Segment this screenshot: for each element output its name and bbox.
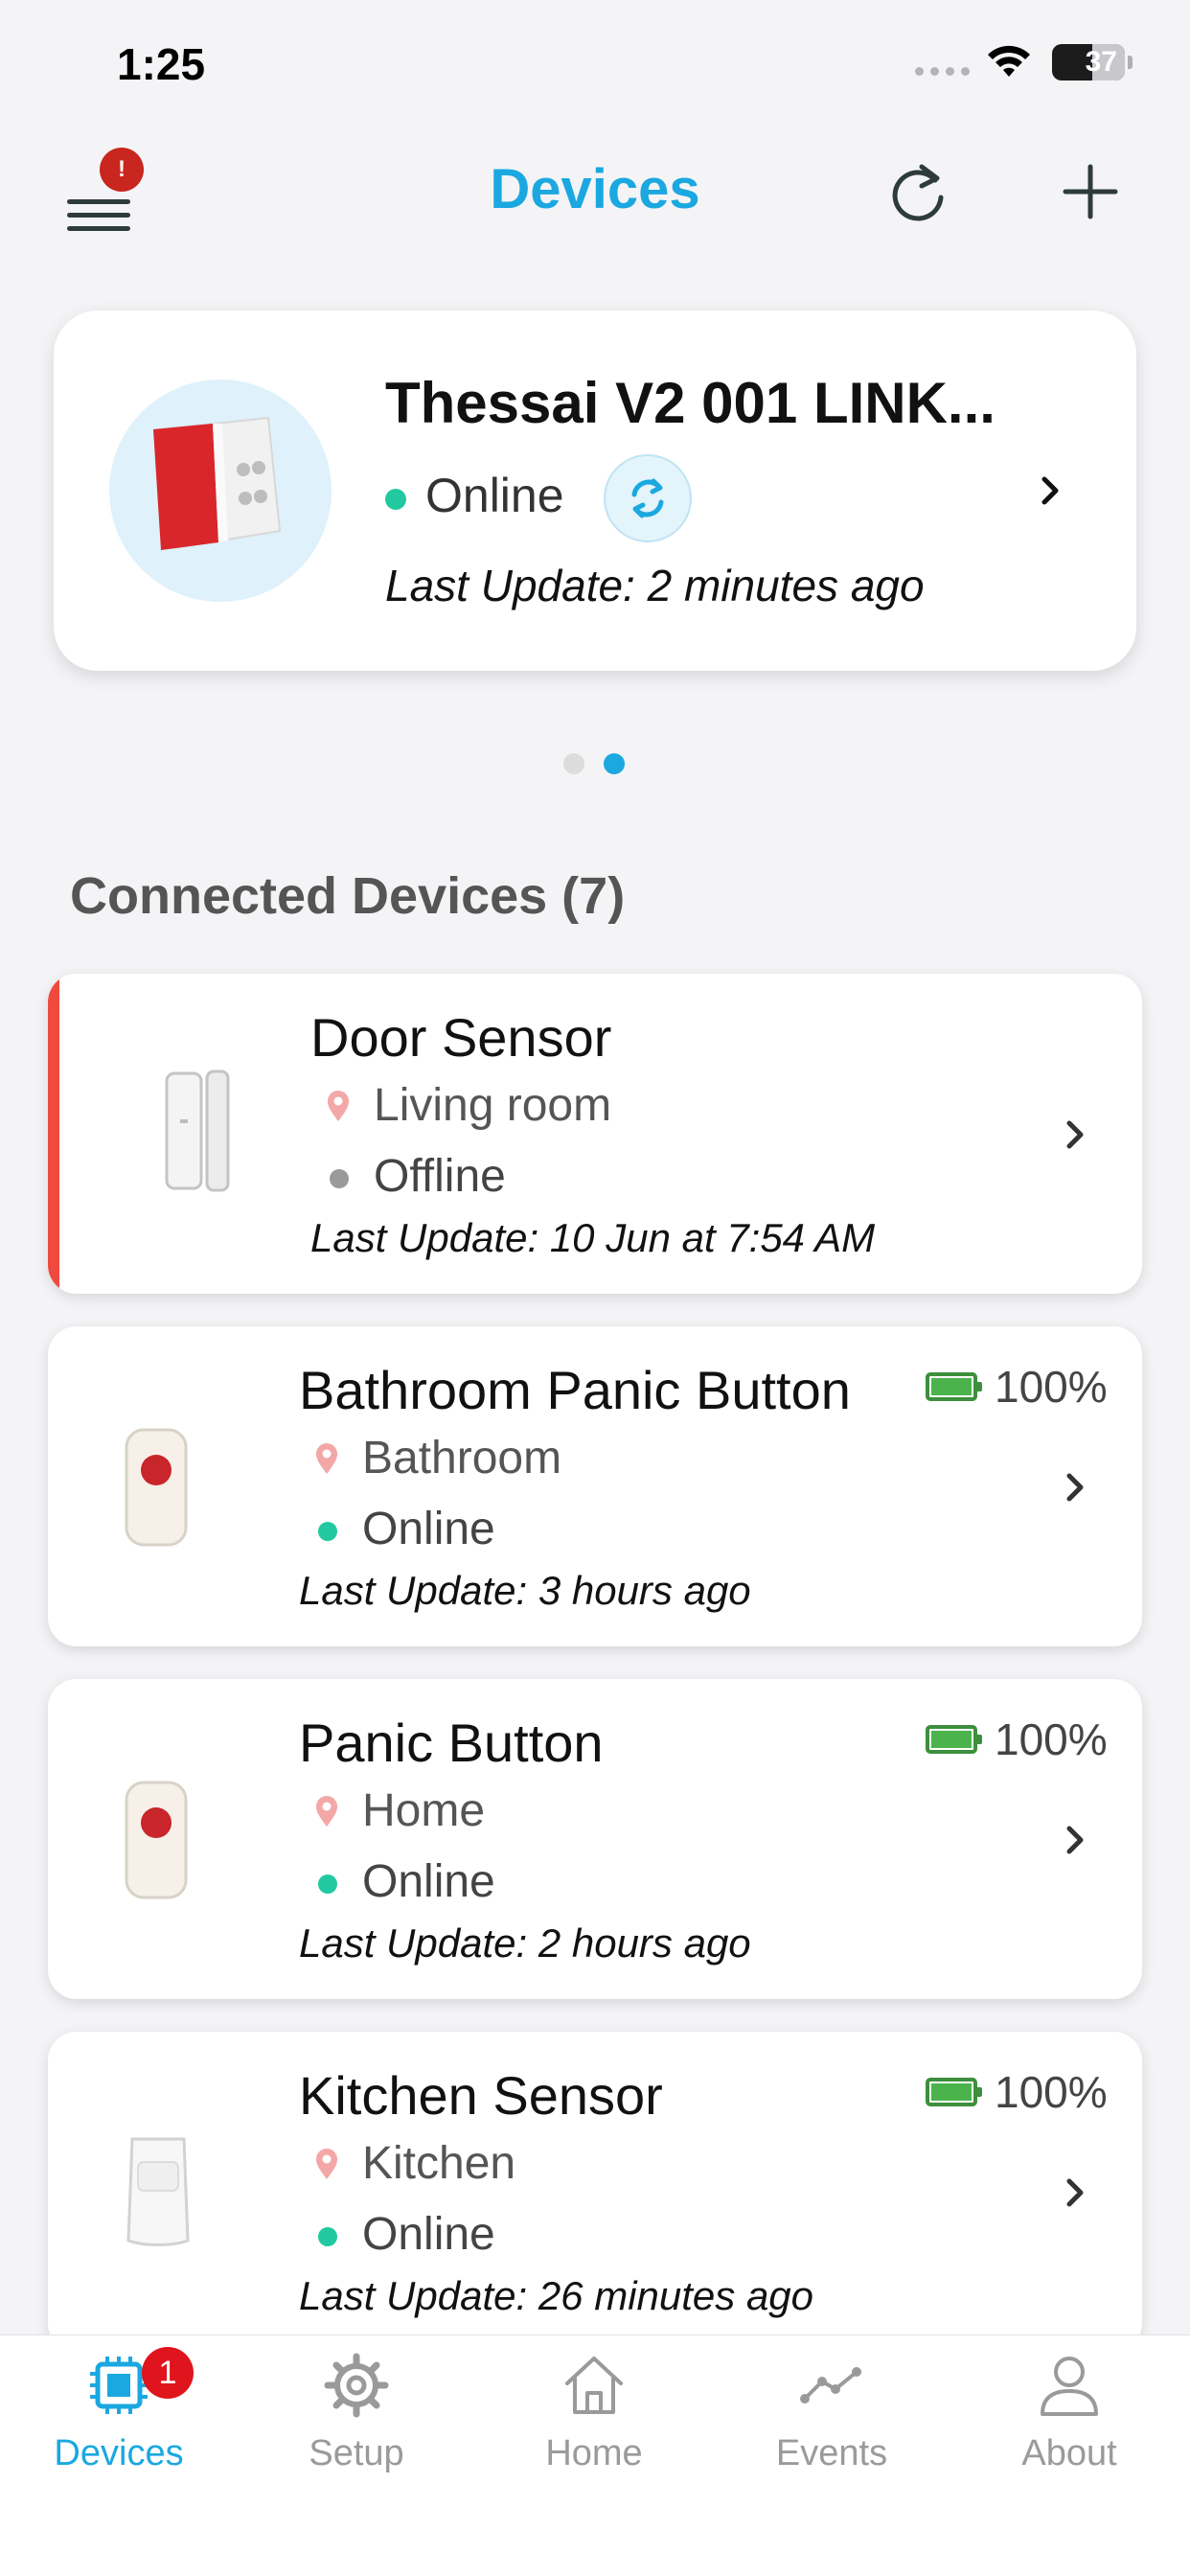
- hub-status: Online: [425, 469, 564, 522]
- device-name: Door Sensor: [310, 1007, 612, 1068]
- chevron-right-icon: [1066, 1120, 1084, 1149]
- page-indicator: [563, 753, 625, 774]
- status-dot: [318, 1522, 337, 1541]
- page-dot-active[interactable]: [604, 753, 625, 774]
- panic-button-image: [125, 1428, 188, 1547]
- activity-graph-icon: [800, 2367, 861, 2404]
- tab-label: Home: [545, 2433, 643, 2473]
- user-icon: [1041, 2357, 1098, 2416]
- battery-level: 37: [1085, 46, 1117, 78]
- tab-setup[interactable]: Setup: [238, 2335, 475, 2527]
- device-status: Online: [362, 2209, 495, 2260]
- device-location: Living room: [374, 1080, 612, 1131]
- device-location: Home: [362, 1785, 486, 1836]
- tab-devices[interactable]: 1 Devices: [0, 2335, 238, 2527]
- home-icon: [565, 2357, 623, 2414]
- add-device-button[interactable]: [1052, 153, 1129, 230]
- device-card[interactable]: Kitchen Sensor 100% Kitchen Online Last …: [48, 2032, 1142, 2352]
- device-last-update: Last Update: 2 hours ago: [299, 1920, 751, 1966]
- chip-icon: [90, 2357, 148, 2414]
- section-title: Connected Devices (7): [70, 867, 626, 925]
- page-dot[interactable]: [563, 753, 584, 774]
- tab-label: About: [1021, 2433, 1117, 2473]
- device-card[interactable]: Door Sensor Living room Offline Last Upd…: [48, 974, 1142, 1294]
- battery-status-icon: 37: [1052, 44, 1133, 80]
- hub-status-dot: [385, 489, 406, 510]
- device-location: Bathroom: [362, 1433, 562, 1484]
- battery-percent: 100%: [995, 1362, 1108, 1412]
- tab-label: Devices: [54, 2433, 184, 2473]
- hub-device-icon: [153, 416, 282, 550]
- chevron-right-icon: [1066, 1826, 1084, 1854]
- wifi-icon: [988, 45, 1030, 77]
- sync-icon[interactable]: [604, 454, 692, 542]
- hub-last-update: Last Update: 2 minutes ago: [385, 561, 925, 610]
- battery-icon: [926, 2078, 982, 2106]
- hub-name: Thessai V2 001 LINK...: [385, 371, 995, 435]
- panic-button-image: [125, 1781, 188, 1899]
- nav-bar: ! Devices: [0, 134, 1190, 249]
- tab-about[interactable]: About: [950, 2335, 1188, 2527]
- chevron-right-icon: [1066, 1473, 1084, 1502]
- notification-badge: 1: [142, 2347, 194, 2399]
- chevron-right-icon: [1041, 476, 1059, 505]
- page-title: Devices: [490, 158, 700, 220]
- location-pin-icon: [316, 1796, 337, 1827]
- status-dot: [318, 1874, 337, 1894]
- tab-home[interactable]: Home: [475, 2335, 713, 2527]
- refresh-button[interactable]: [880, 153, 956, 230]
- chevron-right-icon: [1066, 2178, 1084, 2207]
- device-last-update: Last Update: 3 hours ago: [299, 1568, 751, 1613]
- battery-percent: 100%: [995, 1714, 1108, 1764]
- tab-events[interactable]: Events: [713, 2335, 950, 2527]
- device-status: Online: [362, 1504, 495, 1554]
- device-card[interactable]: Bathroom Panic Button 100% Bathroom Onli…: [48, 1326, 1142, 1646]
- hub-image: [109, 380, 332, 602]
- device-name: Kitchen Sensor: [299, 2065, 663, 2126]
- tab-label: Setup: [309, 2433, 404, 2473]
- location-pin-icon: [328, 1091, 349, 1121]
- motion-sensor-image: [126, 2137, 190, 2246]
- battery-icon: [926, 1372, 982, 1401]
- device-name: Bathroom Panic Button: [299, 1360, 851, 1420]
- cellular-signal-icon: [915, 67, 970, 76]
- device-status: Offline: [374, 1151, 506, 1202]
- tab-bar: 1 Devices Setup Home Events About: [0, 2334, 1190, 2576]
- status-dot: [318, 2227, 337, 2246]
- hub-card[interactable]: Thessai V2 001 LINK... Online Last Updat…: [54, 310, 1136, 671]
- battery-icon: [926, 1725, 982, 1754]
- location-pin-icon: [316, 2149, 337, 2179]
- device-card[interactable]: Panic Button 100% Home Online Last Updat…: [48, 1679, 1142, 1999]
- status-time: 1:25: [117, 39, 206, 89]
- gear-icon: [324, 2353, 389, 2418]
- device-last-update: Last Update: 10 Jun at 7:54 AM: [310, 1215, 876, 1260]
- device-last-update: Last Update: 26 minutes ago: [299, 2273, 814, 2318]
- door-sensor-image: [165, 1070, 230, 1192]
- location-pin-icon: [316, 1443, 337, 1474]
- device-name: Panic Button: [299, 1713, 604, 1773]
- device-location: Kitchen: [362, 2138, 516, 2189]
- tab-label: Events: [775, 2433, 888, 2473]
- battery-percent: 100%: [995, 2067, 1108, 2117]
- status-bar: 1:25 37: [0, 0, 1190, 134]
- device-status: Online: [362, 1856, 495, 1907]
- status-dot: [330, 1169, 349, 1188]
